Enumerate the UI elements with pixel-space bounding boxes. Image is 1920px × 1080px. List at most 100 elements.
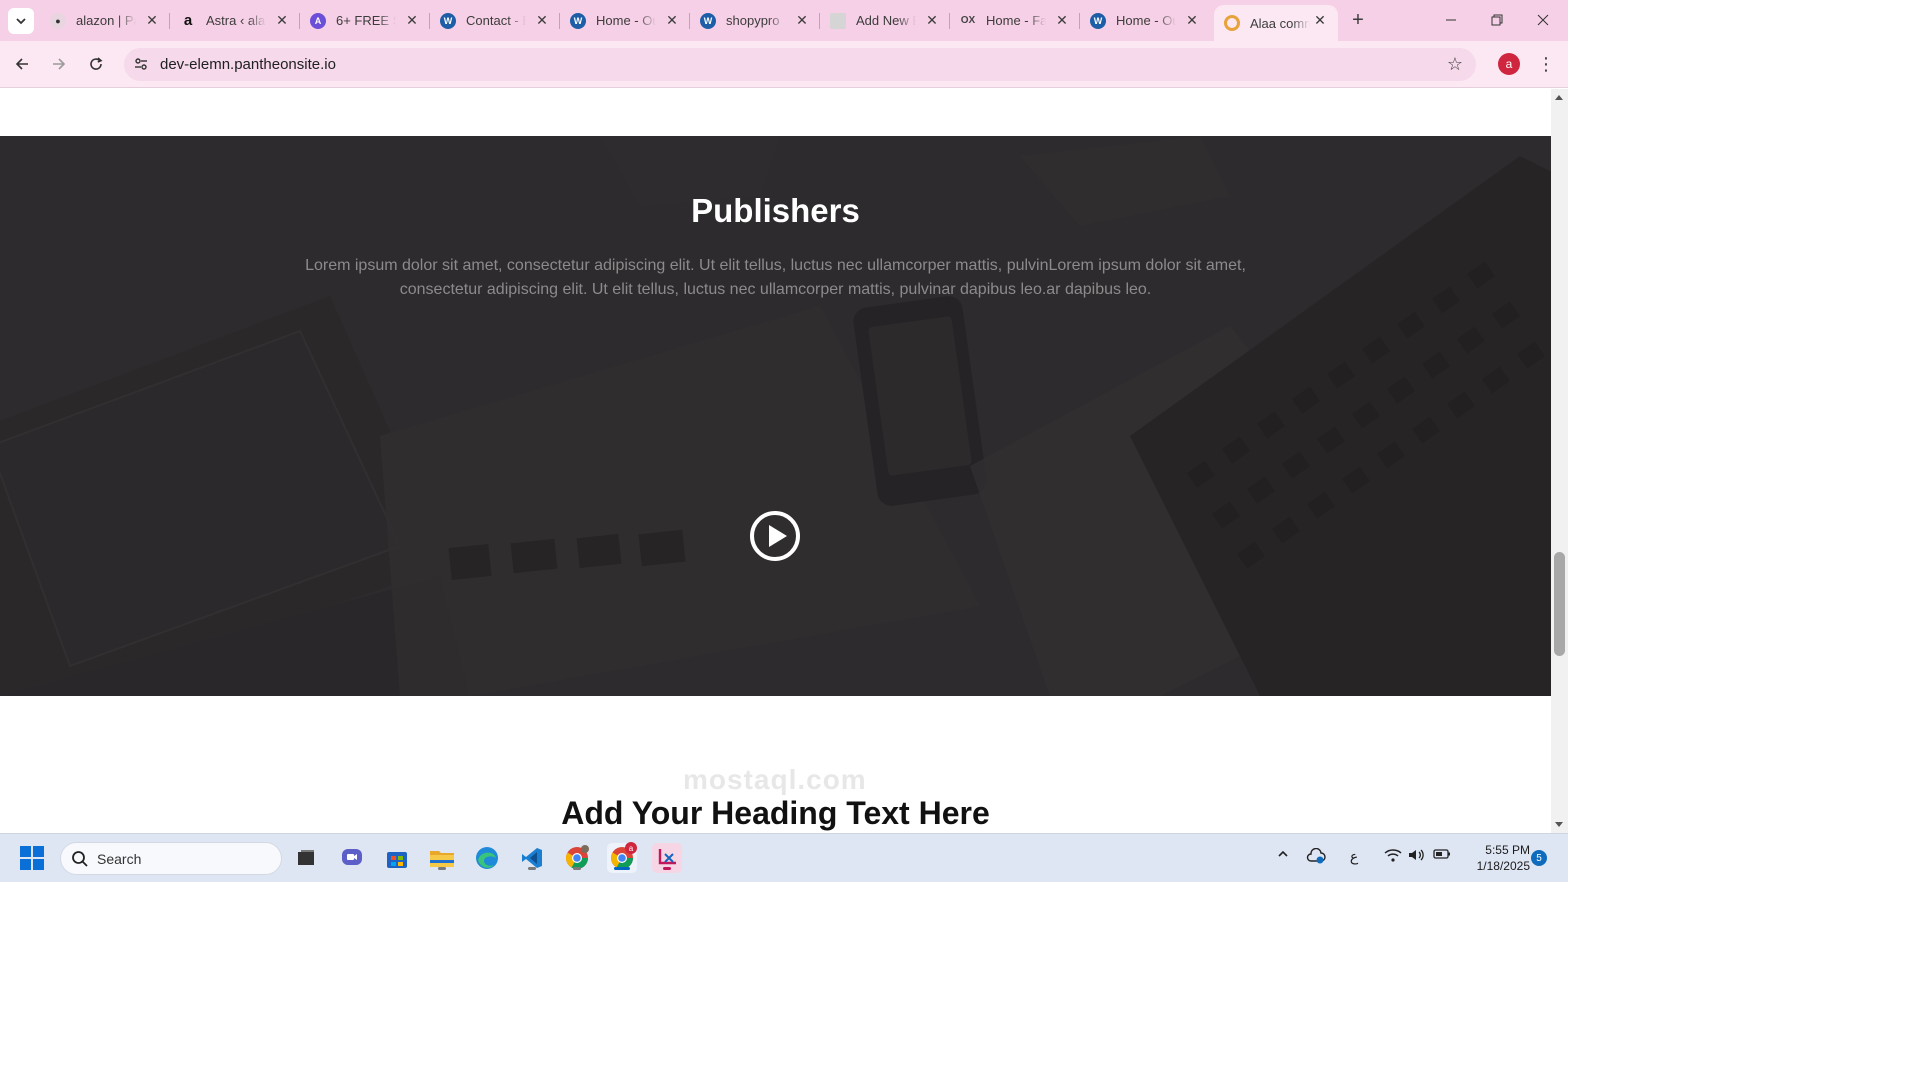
tab-4[interactable]: W Home - Ou ✕ — [560, 6, 690, 35]
close-window-button[interactable] — [1520, 6, 1566, 34]
running-indicator — [573, 867, 581, 870]
arrow-left-icon — [15, 58, 28, 70]
close-icon[interactable]: ✕ — [924, 12, 940, 28]
tab-1[interactable]: a Astra ‹ alaz ✕ — [170, 6, 300, 35]
bookmark-star-icon[interactable]: ☆ — [1444, 53, 1466, 75]
tab-7[interactable]: OX Home - Fa ✕ — [950, 6, 1080, 35]
running-indicator — [528, 867, 536, 870]
scroll-down-arrow-icon[interactable] — [1555, 822, 1563, 827]
profile-avatar[interactable]: a — [1498, 53, 1520, 75]
page-viewport: Publishers Lorem ipsum dolor sit amet, c… — [0, 89, 1551, 833]
taskbar-search[interactable]: Search — [60, 842, 282, 875]
scrollbar-thumb[interactable] — [1554, 552, 1565, 656]
snipping-tool-button[interactable] — [652, 843, 682, 873]
cloud-icon — [1306, 848, 1326, 864]
search-label: Search — [97, 851, 142, 867]
windows-logo-icon — [20, 846, 44, 870]
minimize-button[interactable] — [1428, 6, 1474, 34]
tab-title: Astra ‹ alaz — [206, 13, 266, 28]
url-text[interactable]: dev-elemn.pantheonsite.io — [160, 56, 336, 73]
publishers-hero-section: Publishers Lorem ipsum dolor sit amet, c… — [0, 136, 1551, 696]
close-icon[interactable]: ✕ — [794, 12, 810, 28]
close-icon[interactable]: ✕ — [274, 12, 290, 28]
show-hidden-icons[interactable] — [1274, 848, 1292, 860]
volume-icon[interactable] — [1407, 848, 1427, 862]
windows-taskbar: Search a ع 5:55 PM 1/18/2025 5 — [0, 833, 1568, 882]
reload-button[interactable] — [84, 52, 108, 76]
chrome-active-button[interactable]: a — [607, 842, 637, 873]
hero-title: Publishers — [691, 192, 860, 229]
notification-count-badge[interactable]: 5 — [1531, 850, 1547, 866]
tab-3[interactable]: W Contact - E ✕ — [430, 6, 560, 35]
wifi-icon[interactable] — [1383, 848, 1403, 862]
close-icon — [1537, 14, 1549, 26]
section-heading: Add Your Heading Text Here — [561, 795, 990, 831]
file-explorer-button[interactable] — [427, 843, 457, 873]
clock-time: 5:55 PM — [1485, 843, 1530, 857]
onedrive-tray[interactable] — [1305, 848, 1327, 864]
tab-8[interactable]: W Home - Ou ✕ — [1080, 6, 1210, 35]
tab-0[interactable]: ● alazon | Pa ✕ — [40, 6, 170, 35]
wordpress-icon: W — [1090, 12, 1106, 29]
generic-favicon-icon: ● — [50, 12, 66, 29]
close-icon[interactable]: ✕ — [534, 12, 550, 28]
ring-icon — [1224, 15, 1240, 31]
store-icon — [387, 852, 407, 868]
reload-icon — [90, 57, 103, 70]
hero-description: Lorem ipsum dolor sit amet, consectetur … — [305, 257, 1246, 298]
arrow-right-icon — [53, 58, 66, 70]
running-indicator — [663, 867, 671, 870]
chevron-down-icon — [16, 18, 26, 25]
address-bar[interactable]: dev-elemn.pantheonsite.io ☆ — [124, 48, 1476, 81]
running-indicator — [438, 867, 446, 870]
edge-icon — [476, 847, 498, 869]
ox-icon: OX — [960, 15, 976, 26]
tab-6[interactable]: Add New E ✕ — [820, 6, 950, 35]
close-icon[interactable]: ✕ — [1312, 12, 1328, 28]
scroll-up-arrow-icon[interactable] — [1555, 95, 1563, 100]
system-clock[interactable]: 5:55 PM 1/18/2025 — [1462, 842, 1530, 874]
battery-icon[interactable] — [1432, 848, 1452, 860]
tab-title: Home - Ou — [1116, 13, 1176, 28]
scissors-icon — [658, 849, 676, 865]
page-scrollbar[interactable] — [1551, 89, 1568, 833]
site-settings-icon[interactable] — [132, 55, 150, 73]
forward-button[interactable] — [47, 52, 71, 76]
start-button[interactable] — [17, 843, 47, 873]
new-tab-button[interactable]: + — [1347, 9, 1369, 31]
running-indicator-active — [614, 867, 630, 870]
task-view-button[interactable] — [291, 843, 321, 873]
chrome-profile-button[interactable] — [562, 843, 592, 873]
browser-menu-icon[interactable]: ⋮ — [1536, 53, 1556, 75]
tab-search-button[interactable] — [8, 8, 34, 34]
wordpress-icon: W — [440, 12, 456, 29]
close-icon[interactable]: ✕ — [664, 12, 680, 28]
tab-5[interactable]: W shopypro ✕ — [690, 6, 820, 35]
tab-2[interactable]: A 6+ FREE S ✕ — [300, 6, 430, 35]
tab-title: 6+ FREE S — [336, 13, 396, 28]
page-icon — [830, 12, 846, 29]
clock-date: 1/18/2025 — [1476, 859, 1530, 873]
close-icon[interactable]: ✕ — [144, 12, 160, 28]
tab-title: Home - Fa — [986, 13, 1046, 28]
store-app-button[interactable] — [382, 843, 412, 873]
tab-title: shopypro — [726, 13, 780, 28]
close-icon[interactable]: ✕ — [1184, 12, 1200, 28]
tab-9-active[interactable]: Alaa comm ✕ — [1214, 5, 1338, 41]
minimize-icon — [1446, 19, 1456, 21]
close-icon[interactable]: ✕ — [404, 12, 420, 28]
meet-app-button[interactable] — [337, 843, 367, 873]
amazon-icon: a — [183, 12, 193, 29]
play-video-icon[interactable] — [749, 510, 801, 562]
restore-icon — [1491, 14, 1503, 26]
back-button[interactable] — [10, 52, 34, 76]
edge-browser-button[interactable] — [472, 843, 502, 873]
wordpress-icon: W — [700, 12, 716, 29]
vscode-button[interactable] — [517, 843, 547, 873]
keyboard-language[interactable]: ع — [1344, 848, 1364, 865]
restore-button[interactable] — [1474, 6, 1520, 34]
tab-title: alazon | Pa — [76, 13, 136, 28]
tab-title: Add New E — [856, 13, 916, 28]
close-icon[interactable]: ✕ — [1054, 12, 1070, 28]
tab-strip: ● alazon | Pa ✕ a Astra ‹ alaz ✕ A 6+ FR… — [0, 0, 1568, 41]
